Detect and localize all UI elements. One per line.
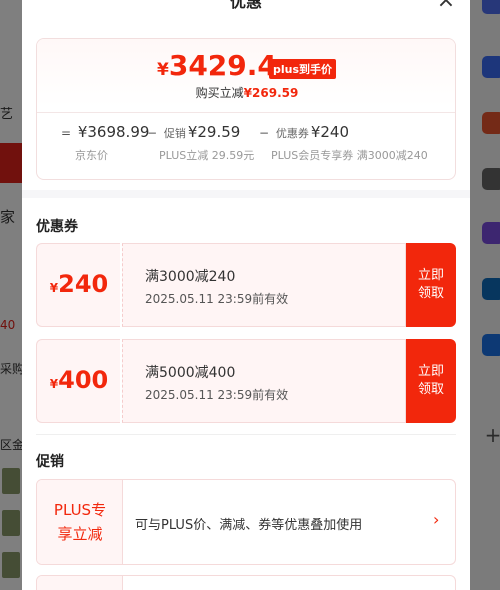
breakdown-value: ¥29.59 [187, 123, 241, 141]
claim-button-label: 领取 [417, 286, 444, 301]
price-breakdown-item: = ¥3698.99 京东价 [61, 123, 149, 163]
breakdown-operator: − [259, 126, 270, 140]
claim-button-label: 立即 [417, 268, 444, 283]
breakdown-value: ¥240 [310, 123, 350, 141]
coupon-expiry: 2025.05.11 23:59前有效 [145, 388, 289, 402]
coupon-card: ¥400 满5000减400 2025.05.11 23:59前有效 立即 领取 [36, 339, 456, 423]
currency-symbol: ¥ [157, 60, 169, 80]
close-icon[interactable]: × [436, 0, 456, 14]
coupon-currency: ¥ [49, 377, 59, 391]
coupon-currency: ¥ [49, 281, 59, 295]
claim-coupon-button[interactable]: 立即 领取 [406, 339, 456, 423]
coupon-card: ¥240 满3000减240 2025.05.11 23:59前有效 立即 领取 [36, 243, 456, 327]
claim-button-label: 立即 [417, 364, 444, 379]
breakdown-value: ¥3698.99 [77, 123, 150, 141]
discount-modal: 优惠 × ¥3429.4 plus到手价 购买立减¥269.59 = ¥3698… [22, 0, 470, 590]
claim-coupon-button[interactable]: 立即 领取 [406, 243, 456, 327]
promotion-label-line: 享立减 [57, 525, 103, 543]
promotion-label-block: PLUS专 享立减 [37, 480, 123, 564]
coupon-info: 满3000减240 2025.05.11 23:59前有效 [122, 243, 406, 327]
coupon-condition: 满5000减400 [145, 365, 236, 381]
breakdown-tag: 优惠券 [275, 127, 309, 140]
breakdown-operator: = [61, 126, 72, 140]
modal-title: 优惠 [229, 0, 262, 11]
price-summary-card: ¥3429.4 plus到手价 购买立减¥269.59 = ¥3698.99 京… [36, 38, 456, 180]
breakdown-operator: − [147, 126, 158, 140]
divider [36, 434, 456, 435]
promotion-description: 可与PLUS价、满减、券等优惠叠加使用 [135, 518, 363, 533]
coupon-expiry: 2025.05.11 23:59前有效 [145, 292, 289, 306]
plus-price-badge: plus到手价 [269, 59, 337, 79]
divider [37, 112, 455, 113]
instant-discount-label: 购买立减 [195, 86, 244, 100]
coupon-amount: 400 [58, 366, 109, 394]
breakdown-caption: 京东价 [75, 149, 108, 162]
instant-discount: 购买立减¥269.59 [37, 84, 455, 101]
price-breakdown-item: − 优惠券 ¥240 PLUS会员专享券 满3000减240 [259, 123, 428, 163]
promotion-card-partial[interactable] [36, 575, 456, 590]
instant-discount-amount: ¥269.59 [243, 86, 299, 100]
coupons-section-title: 优惠券 [36, 219, 78, 235]
final-price-value: 3429.4 [168, 49, 277, 82]
promotion-label-block [37, 576, 123, 590]
promotions-section-title: 促销 [36, 454, 64, 470]
breakdown-tag: 促销 [163, 127, 186, 140]
coupon-value-block: ¥240 [36, 243, 120, 327]
chevron-right-icon[interactable]: › [433, 510, 439, 529]
price-breakdown-item: − 促销 ¥29.59 PLUS立减 29.59元 [147, 123, 254, 163]
coupon-condition: 满3000减240 [145, 269, 236, 285]
coupon-amount: 240 [58, 270, 109, 298]
claim-button-label: 领取 [417, 382, 444, 397]
section-separator [22, 190, 470, 198]
promotion-card[interactable]: PLUS专 享立减 可与PLUS价、满减、券等优惠叠加使用 › [36, 479, 456, 565]
breakdown-caption: PLUS立减 29.59元 [159, 149, 255, 162]
coupon-info: 满5000减400 2025.05.11 23:59前有效 [122, 339, 406, 423]
promotion-label-line: PLUS专 [53, 501, 107, 519]
final-price: ¥3429.4 [157, 49, 277, 82]
breakdown-caption: PLUS会员专享券 满3000减240 [271, 149, 428, 162]
coupon-value-block: ¥400 [36, 339, 120, 423]
